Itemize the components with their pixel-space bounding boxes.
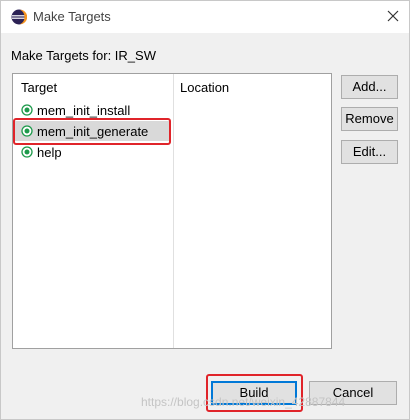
table-row[interactable]: help — [15, 142, 170, 162]
row-target-label: mem_init_install — [37, 103, 131, 118]
close-icon[interactable] — [385, 8, 401, 24]
column-header-location[interactable]: Location — [180, 80, 229, 95]
column-header-target[interactable]: Target — [21, 80, 57, 95]
title-bar: Make Targets — [1, 1, 409, 33]
add-button[interactable]: Add... — [341, 75, 398, 99]
watermark: https://blog.csdn.net/weixin_42887844 — [141, 395, 346, 409]
eclipse-icon — [11, 9, 27, 25]
make-targets-dialog: Make Targets Make Targets for: IR_SW Tar… — [0, 0, 410, 420]
target-icon — [21, 104, 33, 116]
remove-button[interactable]: Remove — [341, 107, 398, 131]
edit-button[interactable]: Edit... — [341, 140, 398, 164]
column-divider[interactable] — [173, 74, 174, 348]
row-target-label: help — [37, 145, 62, 160]
selection-highlight-box — [13, 118, 171, 145]
target-icon — [21, 146, 33, 158]
table-row[interactable]: mem_init_install — [15, 100, 170, 120]
window-title: Make Targets — [33, 9, 111, 24]
page-title: Make Targets for: IR_SW — [11, 48, 156, 63]
targets-table[interactable]: Target Location mem_init_install mem_ini… — [12, 73, 332, 349]
